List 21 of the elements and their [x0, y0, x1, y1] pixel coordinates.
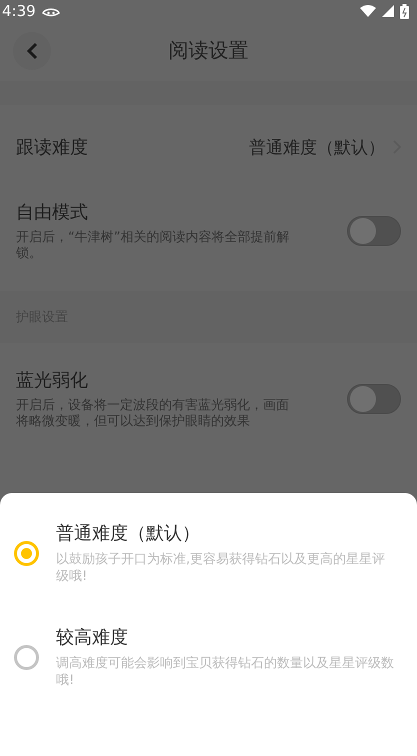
radio-button[interactable] [14, 540, 39, 566]
wifi-icon [360, 5, 376, 17]
option-description: 以鼓励孩子开口为标准,更容易获得钻石以及更高的星星评级哦! [56, 551, 386, 585]
setting-label: 自由模式 [16, 202, 88, 223]
page-title: 阅读设置 [168, 36, 248, 64]
setting-label: 跟读难度 [16, 136, 88, 159]
back-icon [26, 42, 38, 60]
battery-icon [400, 4, 409, 18]
setting-label: 蓝光弱化 [16, 370, 88, 391]
option-title: 普通难度（默认） [56, 522, 201, 545]
toggle-switch[interactable] [347, 216, 401, 246]
option-title: 较高难度 [56, 626, 129, 649]
signal-icon [382, 5, 394, 17]
difficulty-option[interactable]: 较高难度 调高难度可能会影响到宝贝获得钻石的数量以及星星评级数哦! [0, 625, 417, 689]
status-time: 4:39 [2, 2, 36, 20]
difficulty-option[interactable]: 普通难度（默认） 以鼓励孩子开口为标准,更容易获得钻石以及更高的星星评级哦! [0, 521, 417, 585]
option-description: 调高难度可能会影响到宝贝获得钻石的数量以及星星评级数哦! [56, 655, 395, 689]
eye-icon [42, 6, 60, 16]
radio-button[interactable] [14, 644, 39, 670]
toggle-switch[interactable] [347, 384, 401, 414]
back-button[interactable] [13, 32, 51, 70]
